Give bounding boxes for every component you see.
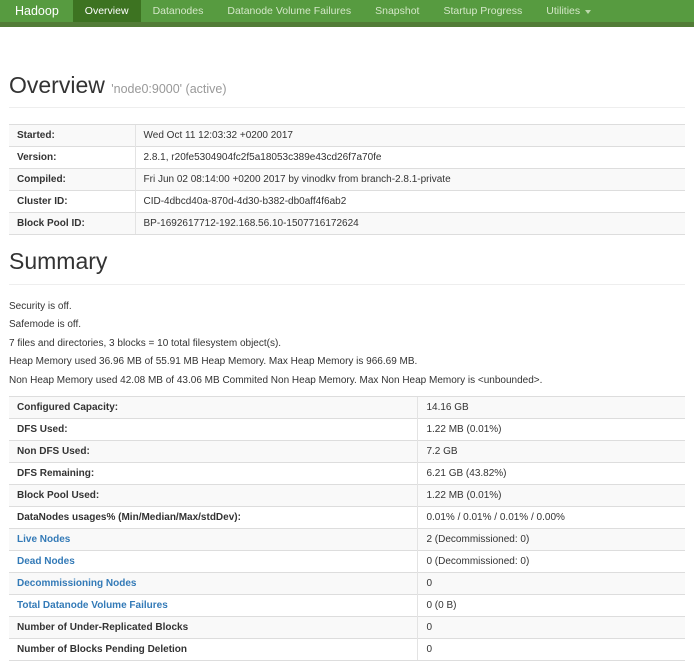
table-row: Configured Capacity: 14.16 GB — [9, 396, 685, 418]
summary-row-label: Dead Nodes — [9, 550, 418, 572]
navbar-brand: Hadoop — [0, 0, 73, 22]
table-row: Compiled: Fri Jun 02 08:14:00 +0200 2017… — [9, 169, 685, 191]
overview-page-header: Overview 'node0:9000' (active) — [9, 73, 685, 108]
nav-tab-datanode-volume-failures[interactable]: Datanode Volume Failures — [215, 0, 363, 22]
info-row-value: BP-1692617712-192.168.56.10-150771617262… — [135, 213, 685, 235]
summary-row-label: Number of Under-Replicated Blocks — [9, 616, 418, 638]
table-row: Total Datanode Volume Failures 0 (0 B) — [9, 594, 685, 616]
dead-nodes-link[interactable]: Dead Nodes — [17, 556, 75, 567]
main-content: Overview 'node0:9000' (active) Started: … — [0, 73, 694, 661]
summary-row-value: 0 — [418, 616, 685, 638]
summary-status-line: Non Heap Memory used 42.08 MB of 43.06 M… — [9, 375, 685, 386]
total-datanode-volume-failures-link[interactable]: Total Datanode Volume Failures — [17, 600, 168, 611]
summary-row-value: 0 — [418, 638, 685, 660]
summary-row-value: 0.01% / 0.01% / 0.01% / 0.00% — [418, 506, 685, 528]
table-row: Cluster ID: CID-4dbcd40a-870d-4d30-b382-… — [9, 191, 685, 213]
summary-row-value: 2 (Decommissioned: 0) — [418, 528, 685, 550]
table-row: Non DFS Used: 7.2 GB — [9, 440, 685, 462]
table-row: DataNodes usages% (Min/Median/Max/stdDev… — [9, 506, 685, 528]
info-row-label: Compiled: — [9, 169, 135, 191]
summary-row-value: 0 (Decommissioned: 0) — [418, 550, 685, 572]
info-row-label: Version: — [9, 147, 135, 169]
nav-tab-snapshot[interactable]: Snapshot — [363, 0, 431, 22]
summary-status-line: Safemode is off. — [9, 319, 685, 330]
decommissioning-nodes-link[interactable]: Decommissioning Nodes — [17, 578, 136, 589]
caret-down-icon — [585, 10, 591, 14]
table-row: DFS Used: 1.22 MB (0.01%) — [9, 418, 685, 440]
summary-row-value: 6.21 GB (43.82%) — [418, 462, 685, 484]
summary-row-label: DataNodes usages% (Min/Median/Max/stdDev… — [9, 506, 418, 528]
summary-row-label: Non DFS Used: — [9, 440, 418, 462]
top-navbar: Hadoop Overview Datanodes Datanode Volum… — [0, 0, 694, 27]
namenode-info-table: Started: Wed Oct 11 12:03:32 +0200 2017 … — [9, 124, 685, 235]
info-row-value: 2.8.1, r20fe5304904fc2f5a18053c389e43cd2… — [135, 147, 685, 169]
info-row-value: Fri Jun 02 08:14:00 +0200 2017 by vinodk… — [135, 169, 685, 191]
summary-status-line: 7 files and directories, 3 blocks = 10 t… — [9, 338, 685, 349]
info-row-label: Block Pool ID: — [9, 213, 135, 235]
summary-row-label: DFS Used: — [9, 418, 418, 440]
table-row: Version: 2.8.1, r20fe5304904fc2f5a18053c… — [9, 147, 685, 169]
summary-row-label: Number of Blocks Pending Deletion — [9, 638, 418, 660]
overview-title: Overview — [9, 72, 105, 98]
nav-tab-utilities-label: Utilities — [546, 5, 580, 17]
live-nodes-link[interactable]: Live Nodes — [17, 534, 70, 545]
summary-status-line: Security is off. — [9, 301, 685, 312]
page-title: Overview 'node0:9000' (active) — [9, 73, 685, 98]
summary-row-value: 0 — [418, 572, 685, 594]
summary-title: Summary — [9, 249, 685, 274]
nav-tab-startup-progress[interactable]: Startup Progress — [431, 0, 534, 22]
cluster-summary-table: Configured Capacity: 14.16 GB DFS Used: … — [9, 396, 685, 661]
summary-row-label: Decommissioning Nodes — [9, 572, 418, 594]
summary-row-label: Live Nodes — [9, 528, 418, 550]
table-row: Decommissioning Nodes 0 — [9, 572, 685, 594]
summary-row-value: 0 (0 B) — [418, 594, 685, 616]
nav-tab-utilities-dropdown[interactable]: Utilities — [534, 0, 603, 22]
table-row: Number of Under-Replicated Blocks 0 — [9, 616, 685, 638]
info-row-value: Wed Oct 11 12:03:32 +0200 2017 — [135, 125, 685, 147]
nav-tab-overview[interactable]: Overview — [73, 0, 141, 22]
summary-row-value: 7.2 GB — [418, 440, 685, 462]
table-row: Live Nodes 2 (Decommissioned: 0) — [9, 528, 685, 550]
table-row: Dead Nodes 0 (Decommissioned: 0) — [9, 550, 685, 572]
info-row-value: CID-4dbcd40a-870d-4d30-b382-db0aff4f6ab2 — [135, 191, 685, 213]
nav-tab-datanodes[interactable]: Datanodes — [141, 0, 216, 22]
table-row: Started: Wed Oct 11 12:03:32 +0200 2017 — [9, 125, 685, 147]
table-row: DFS Remaining: 6.21 GB (43.82%) — [9, 462, 685, 484]
summary-row-value: 1.22 MB (0.01%) — [418, 484, 685, 506]
summary-row-label: Block Pool Used: — [9, 484, 418, 506]
namenode-address-subtitle: 'node0:9000' (active) — [111, 82, 226, 96]
summary-page-header: Summary — [9, 249, 685, 284]
summary-row-value: 1.22 MB (0.01%) — [418, 418, 685, 440]
summary-row-label: Configured Capacity: — [9, 396, 418, 418]
summary-status-line: Heap Memory used 36.96 MB of 55.91 MB He… — [9, 356, 685, 367]
info-row-label: Started: — [9, 125, 135, 147]
table-row: Number of Blocks Pending Deletion 0 — [9, 638, 685, 660]
table-row: Block Pool ID: BP-1692617712-192.168.56.… — [9, 213, 685, 235]
summary-status-lines: Security is off. Safemode is off. 7 file… — [9, 301, 685, 386]
summary-row-label: Total Datanode Volume Failures — [9, 594, 418, 616]
summary-row-value: 14.16 GB — [418, 396, 685, 418]
table-row: Block Pool Used: 1.22 MB (0.01%) — [9, 484, 685, 506]
info-row-label: Cluster ID: — [9, 191, 135, 213]
summary-row-label: DFS Remaining: — [9, 462, 418, 484]
